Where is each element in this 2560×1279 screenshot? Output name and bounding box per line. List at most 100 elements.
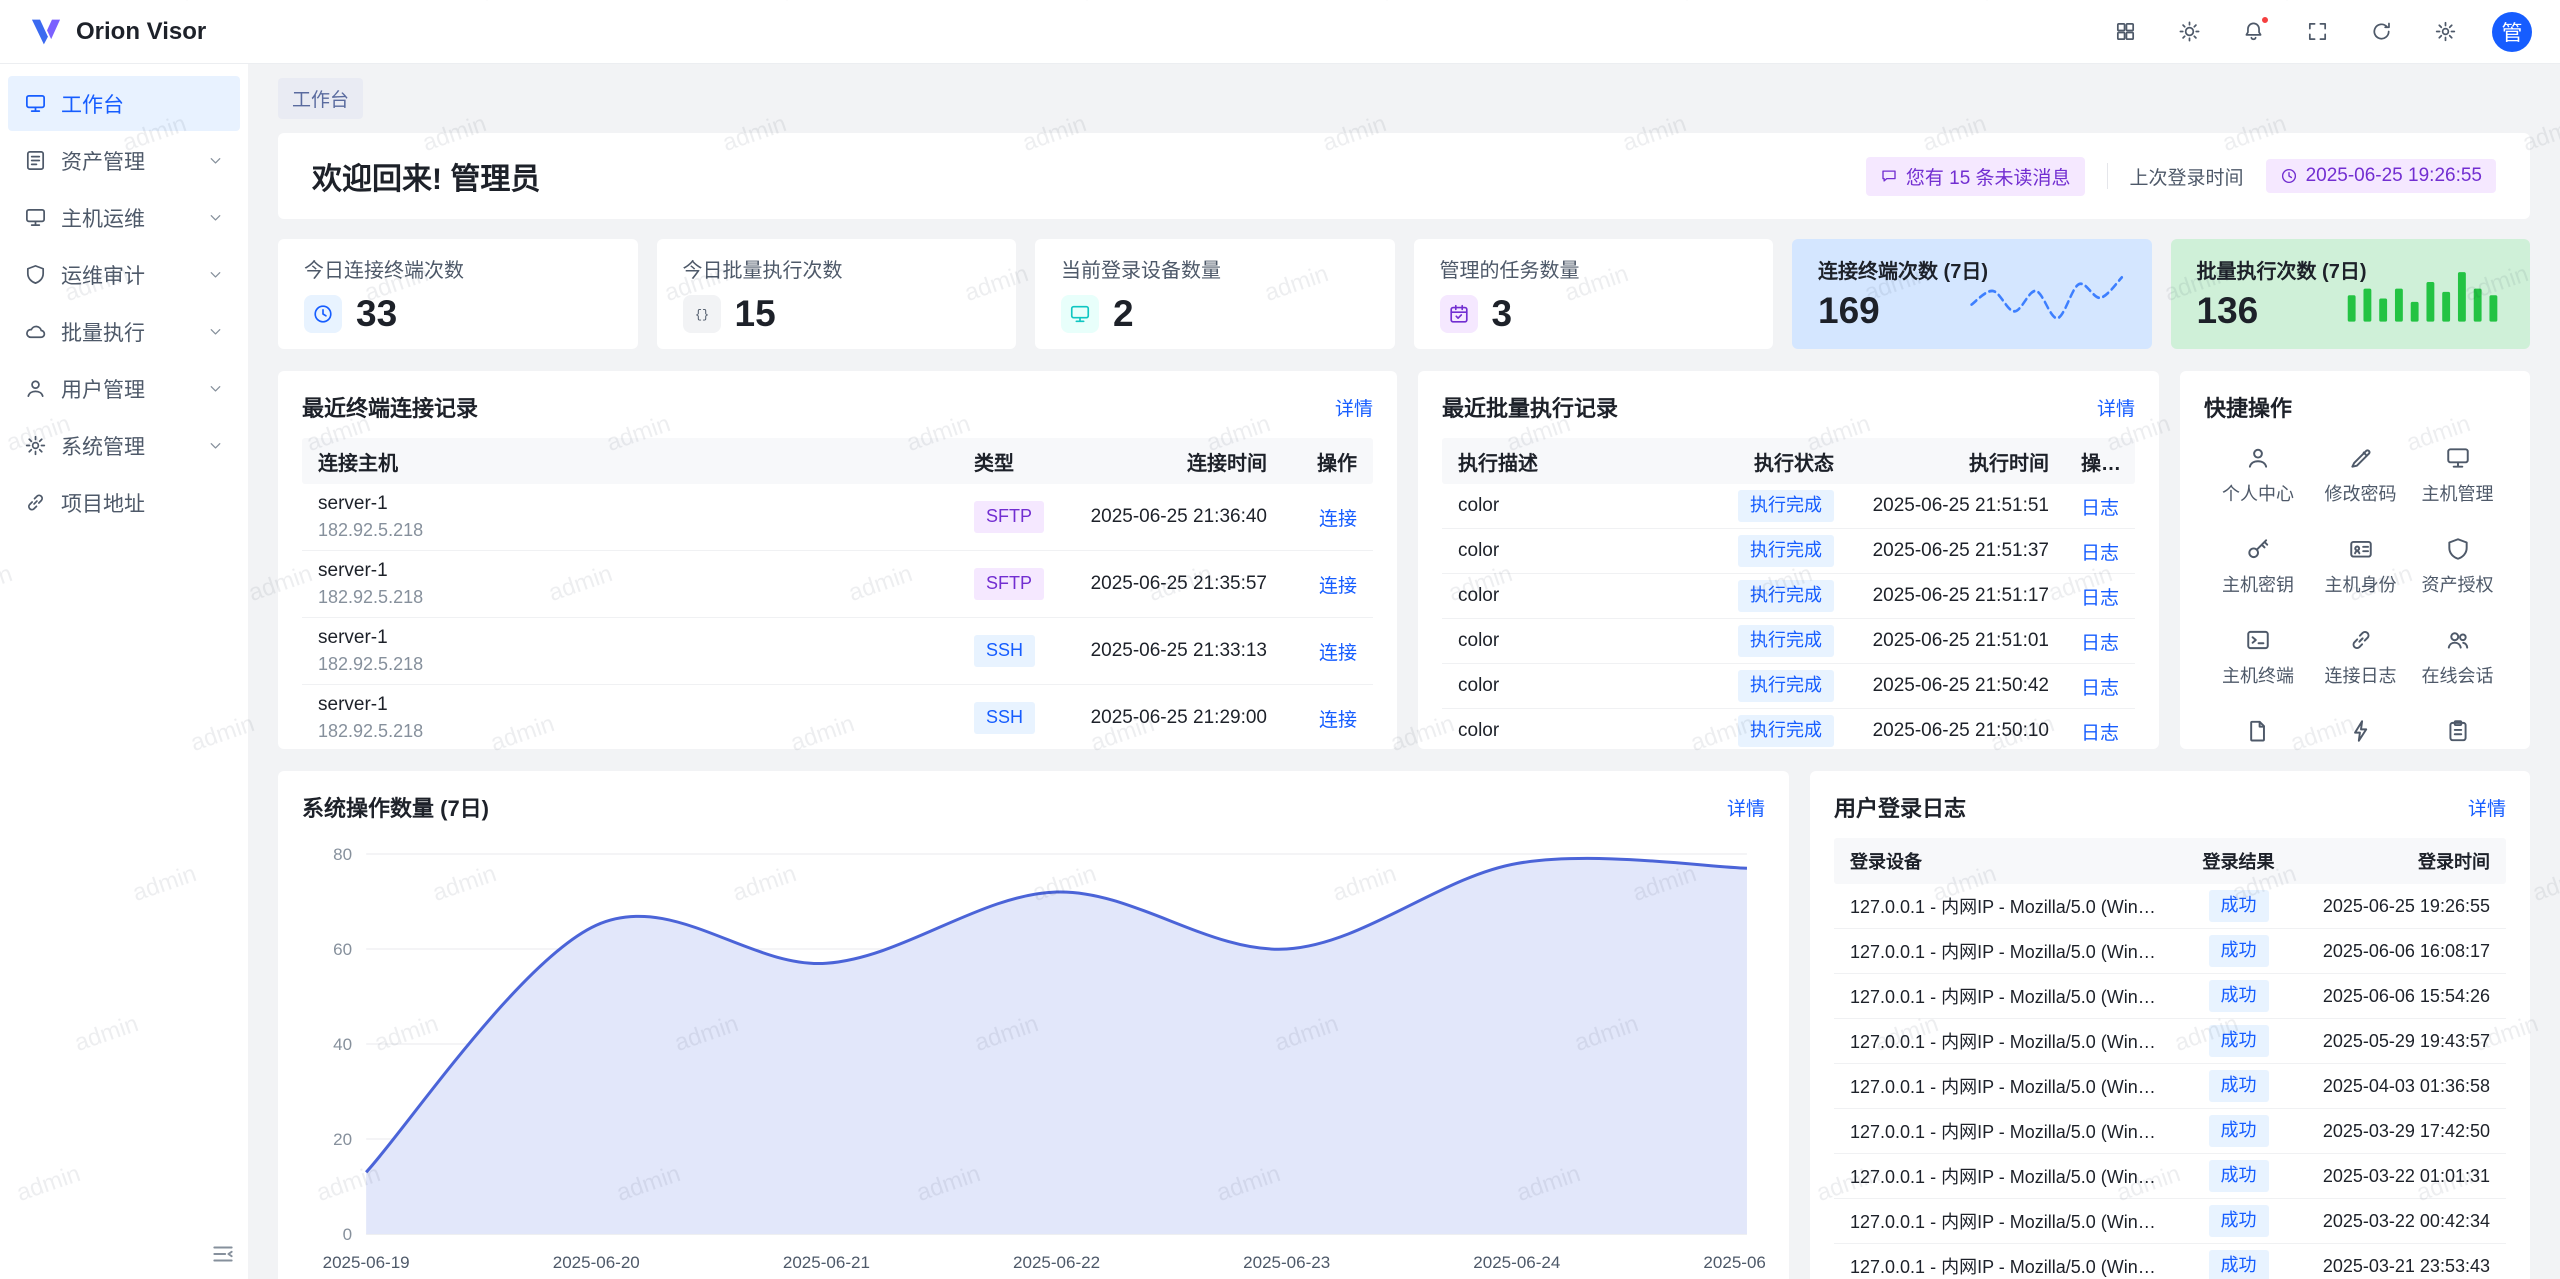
table-row: server-1182.92.5.218SSH2025-06-25 21:33:… [302,618,1373,685]
table-row: 127.0.0.1 - 内网IP - Mozilla/5.0 (Windows … [1834,1109,2506,1154]
monitor-icon [24,206,47,229]
login-detail-link[interactable]: 详情 [2468,794,2506,821]
quick-action-1[interactable]: 修改密码 [2312,445,2409,506]
batch-panel-title: 最近批量执行记录 [1442,391,1618,423]
svg-text:20: 20 [333,1130,352,1149]
quick-action-11[interactable]: 执行日志 [2409,718,2506,749]
log-link[interactable]: 日志 [2081,723,2119,744]
apps-icon [2114,20,2137,43]
svg-text:2025-06-25: 2025-06-25 [1703,1253,1765,1272]
batch-trend-bars [2343,265,2508,327]
last-login-time-badge: 2025-06-25 19:26:55 [2266,159,2496,193]
connect-link[interactable]: 连接 [1319,710,1357,731]
quick-action-5[interactable]: 资产授权 [2409,536,2506,597]
host-ip: 182.92.5.218 [318,652,942,677]
braces-icon: {} [683,295,721,333]
fullscreen-button[interactable] [2300,15,2334,49]
table-row: color执行完成2025-06-25 21:51:37日志 [1442,529,2135,574]
refresh-button[interactable] [2364,15,2398,49]
divider [2107,163,2108,189]
time-cell: 2025-06-25 21:50:42 [1850,675,2065,697]
chart-panel-title: 系统操作数量 (7日) [302,791,489,823]
terminal-detail-link[interactable]: 详情 [1335,394,1373,421]
stat-card-0: 今日连接终端次数33 [278,239,638,349]
quick-action-4[interactable]: 主机身份 [2312,536,2409,597]
sidebar-item-label: 用户管理 [61,374,145,404]
sidebar-item-user-mgmt[interactable]: 用户管理 [8,361,240,416]
log-link[interactable]: 日志 [2081,543,2119,564]
quick-action-10[interactable]: 命令执行 [2312,718,2409,749]
chart-detail-link[interactable]: 详情 [1727,794,1765,821]
connect-link[interactable]: 连接 [1319,509,1357,530]
quick-actions-grid: 个人中心修改密码主机管理主机密钥主机身份资产授权主机终端连接日志在线会话文件操作… [2204,445,2506,749]
host-name: server-1 [318,491,942,518]
log-link[interactable]: 日志 [2081,678,2119,699]
sidebar-item-project-url[interactable]: 项目地址 [8,475,240,530]
last-login-time: 2025-06-25 19:26:55 [2306,165,2482,187]
quick-action-7[interactable]: 连接日志 [2312,627,2409,688]
quick-action-9[interactable]: 文件操作日志 [2204,718,2312,749]
result-cell: 成功 [2181,1160,2296,1191]
result-cell: 成功 [2181,1250,2296,1279]
sidebar-item-host-ops[interactable]: 主机运维 [8,190,240,245]
theme-toggle-button[interactable] [2172,15,2206,49]
status-cell: 执行完成 [1720,580,1850,611]
table-header: 执行描述执行状态执行时间操作 [1442,438,2135,484]
unread-messages-badge[interactable]: 您有 15 条未读消息 [1866,157,2085,196]
time-cell: 2025-06-25 21:51:37 [1850,540,2065,562]
unread-messages-text: 您有 15 条未读消息 [1906,163,2071,190]
table-row: color执行完成2025-06-25 21:51:17日志 [1442,574,2135,619]
apps-button[interactable] [2108,15,2142,49]
sidebar-item-assets[interactable]: 资产管理 [8,133,240,188]
batch-executions-table: 执行描述执行状态执行时间操作 color执行完成2025-06-25 21:51:… [1442,438,2135,749]
table-row: server-1182.92.5.218SFTP2025-06-25 21:35… [302,551,1373,618]
sidebar-item-system-mgmt[interactable]: 系统管理 [8,418,240,473]
message-icon [1880,167,1898,185]
log-link[interactable]: 日志 [2081,633,2119,654]
table-row: 127.0.0.1 - 内网IP - Mozilla/5.0 (Windows … [1834,929,2506,974]
sidebar-item-batch-exec[interactable]: 批量执行 [8,304,240,359]
svg-text:{}: {} [694,308,708,322]
notifications-button[interactable] [2236,15,2270,49]
stat-label: 今日批量执行次数 [683,254,991,283]
time-cell: 2025-06-25 21:51:01 [1850,630,2065,652]
time-cell: 2025-03-21 23:53:43 [2296,1256,2506,1277]
host-name: server-1 [318,625,942,652]
host-ip: 182.92.5.218 [318,585,942,610]
table-header: 连接主机类型连接时间操作 [302,438,1373,484]
quick-action-3[interactable]: 主机密钥 [2204,536,2312,597]
monitor-icon [2445,445,2471,471]
cloud-icon [24,320,47,343]
log-link[interactable]: 日志 [2081,498,2119,519]
app-logo[interactable]: Orion Visor [28,14,206,50]
stat-value: 15 [735,293,776,335]
connect-link[interactable]: 连接 [1319,576,1357,597]
breadcrumb-item-workbench[interactable]: 工作台 [278,78,363,119]
user-avatar[interactable]: 管 [2492,12,2532,52]
quick-action-8[interactable]: 在线会话 [2409,627,2506,688]
type-cell: SSH [958,702,1068,733]
time-cell: 2025-06-06 16:08:17 [2296,941,2506,962]
batch-detail-link[interactable]: 详情 [2097,394,2135,421]
settings-button[interactable] [2428,15,2462,49]
action-cell: 连接 [1283,705,1373,732]
fullscreen-icon [2306,20,2329,43]
svg-text:2025-06-24: 2025-06-24 [1473,1253,1560,1272]
log-link[interactable]: 日志 [2081,588,2119,609]
table-row: server-1182.92.5.218SFTP2025-06-25 21:36… [302,484,1373,551]
action-cell: 日志 [2065,493,2135,520]
bottom-row: 系统操作数量 (7日) 详情 0204060802025-06-192025-0… [278,771,2530,1279]
time-cell: 2025-06-25 19:26:55 [2296,896,2506,917]
connect-link[interactable]: 连接 [1319,643,1357,664]
sidebar-item-workbench[interactable]: 工作台 [8,76,240,131]
gear-icon [24,434,47,457]
bolt-icon [2348,718,2374,744]
quick-action-6[interactable]: 主机终端 [2204,627,2312,688]
quick-action-2[interactable]: 主机管理 [2409,445,2506,506]
sidebar-item-audit[interactable]: 运维审计 [8,247,240,302]
sidebar-menu: 工作台资产管理主机运维运维审计批量执行用户管理系统管理项目地址 [0,76,248,530]
quick-action-0[interactable]: 个人中心 [2204,445,2312,506]
collapse-sidebar-button[interactable] [210,1241,236,1267]
device-cell: 127.0.0.1 - 内网IP - Mozilla/5.0 (Windows … [1834,1253,2181,1279]
type-tag: SFTP [974,501,1044,532]
